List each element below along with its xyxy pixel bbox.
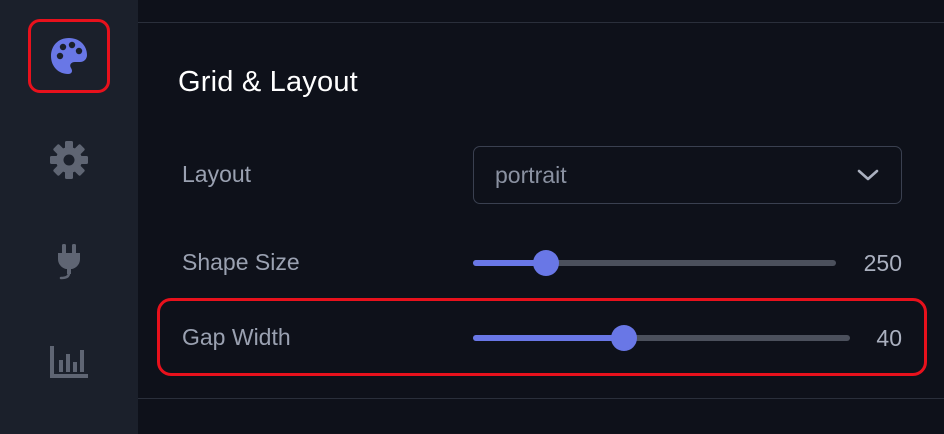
gap-width-label: Gap Width bbox=[182, 324, 291, 350]
sidebar-item-appearance[interactable] bbox=[28, 19, 110, 93]
sidebar-item-analytics[interactable] bbox=[28, 323, 110, 397]
shape-size-value: 250 bbox=[863, 250, 902, 276]
bottom-divider bbox=[138, 398, 944, 399]
slider-fill bbox=[473, 335, 624, 341]
slider-thumb[interactable] bbox=[533, 250, 559, 276]
gap-width-slider[interactable] bbox=[473, 323, 850, 353]
layout-select[interactable]: portrait bbox=[473, 146, 902, 204]
bar-chart-icon bbox=[50, 346, 88, 378]
shape-size-slider[interactable] bbox=[473, 248, 836, 278]
gear-icon bbox=[50, 141, 88, 179]
sidebar bbox=[0, 0, 138, 434]
palette-icon bbox=[51, 38, 87, 74]
slider-thumb[interactable] bbox=[611, 325, 637, 351]
layout-select-value: portrait bbox=[495, 161, 567, 188]
sidebar-item-settings[interactable] bbox=[28, 123, 110, 197]
section-title: Grid & Layout bbox=[178, 66, 358, 98]
shape-size-label: Shape Size bbox=[182, 249, 300, 275]
top-divider bbox=[138, 22, 944, 23]
settings-panel: Grid & Layout Layout portrait Shape Size… bbox=[138, 0, 944, 434]
chevron-down-icon bbox=[857, 169, 879, 181]
plug-icon bbox=[58, 244, 80, 280]
layout-label: Layout bbox=[182, 161, 252, 187]
gap-width-value: 40 bbox=[876, 325, 902, 351]
sidebar-item-integrations[interactable] bbox=[28, 224, 110, 298]
